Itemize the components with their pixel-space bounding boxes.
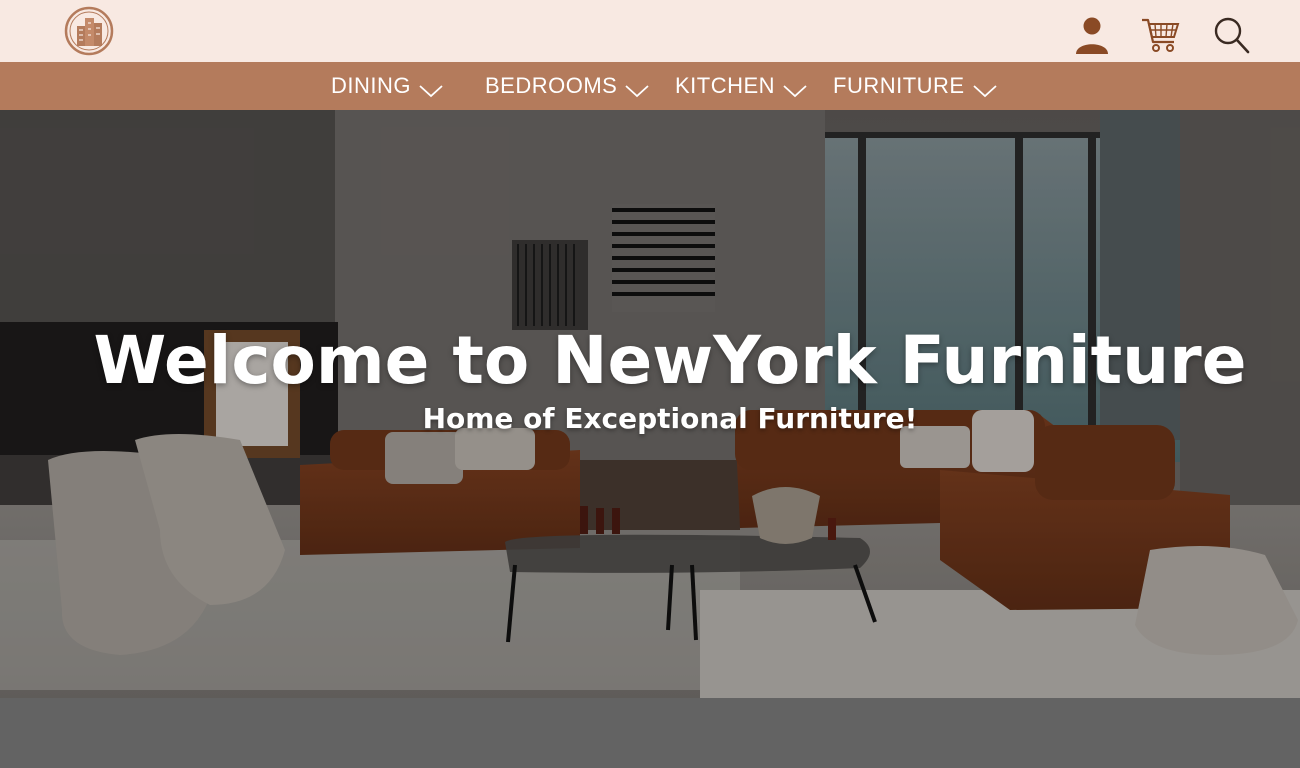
building-logo-icon[interactable] — [64, 6, 114, 56]
page-content-area — [0, 698, 1300, 768]
chevron-down-icon — [625, 78, 649, 104]
nav-item-dining[interactable]: DINING — [331, 62, 443, 110]
hero-banner: Welcome to NewYork Furniture Home of Exc… — [0, 110, 1300, 698]
site-header — [0, 0, 1300, 62]
nav-item-furniture[interactable]: FURNITURE — [833, 62, 997, 110]
nav-item-label: FURNITURE — [833, 73, 965, 98]
nav-item-label: BEDROOMS — [485, 73, 618, 98]
main-nav: DINING BEDROOMS KITCHEN FURNITURE — [0, 62, 1300, 110]
nav-item-kitchen[interactable]: KITCHEN — [675, 62, 807, 110]
chevron-down-icon — [783, 78, 807, 104]
hero-subtitle: Home of Exceptional Furniture! — [422, 402, 918, 435]
cart-icon[interactable] — [1140, 14, 1180, 56]
hero-title: Welcome to NewYork Furniture — [93, 322, 1247, 399]
chevron-down-icon — [419, 78, 443, 104]
user-icon[interactable] — [1072, 14, 1112, 56]
nav-item-label: DINING — [331, 73, 411, 98]
nav-item-label: KITCHEN — [675, 73, 776, 98]
nav-item-bedrooms[interactable]: BEDROOMS — [485, 62, 649, 110]
search-icon[interactable] — [1212, 14, 1252, 56]
chevron-down-icon — [973, 78, 997, 104]
